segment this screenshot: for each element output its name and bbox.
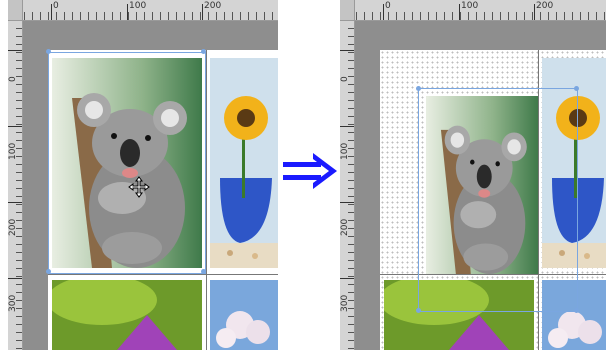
move-cursor-icon [128,176,150,198]
layout-page [380,50,606,350]
ruler-label: 100 [129,1,147,11]
ruler-label: 100 [8,142,18,160]
ruler-label: 0 [340,76,350,82]
horizontal-ruler: 0 100 200 [340,0,606,21]
ruler-label: 0 [53,1,59,11]
resize-handle[interactable] [574,308,579,313]
vertical-ruler: 0 100 200 300 [8,20,23,350]
resize-handle[interactable] [46,49,51,54]
vertical-ruler: 0 100 200 300 [340,20,355,350]
resize-handle[interactable] [46,269,51,274]
ruler-label: 200 [536,1,554,11]
right-editor-view: 0 100 200 0 100 200 300 [340,0,606,350]
resize-handle[interactable] [416,86,421,91]
ruler-label: 100 [461,1,479,11]
ruler-label: 0 [8,76,18,82]
cell-divider [48,274,278,275]
resize-handle[interactable] [416,308,421,313]
horizontal-ruler: 0 100 200 [8,0,278,21]
selection-frame[interactable] [418,88,578,312]
resize-handle[interactable] [201,269,206,274]
ruler-label: 300 [8,294,18,312]
resize-handle[interactable] [574,86,579,91]
resize-handle[interactable] [201,49,206,54]
ruler-label: 200 [340,218,350,236]
ruler-label: 0 [385,1,391,11]
double-right-arrow-icon [283,153,337,189]
ruler-label: 200 [204,1,222,11]
blossom-photo[interactable] [210,280,278,350]
left-editor-view: 0 100 200 0 100 200 300 [8,0,278,350]
sunflower-vase-photo[interactable] [210,58,278,268]
leaf-flower-photo[interactable] [52,280,202,350]
ruler-label: 100 [340,142,350,160]
cell-divider [206,50,207,350]
ruler-label: 200 [8,218,18,236]
layout-page [46,49,278,350]
ruler-label: 300 [340,294,350,312]
selection-frame[interactable] [48,52,206,274]
